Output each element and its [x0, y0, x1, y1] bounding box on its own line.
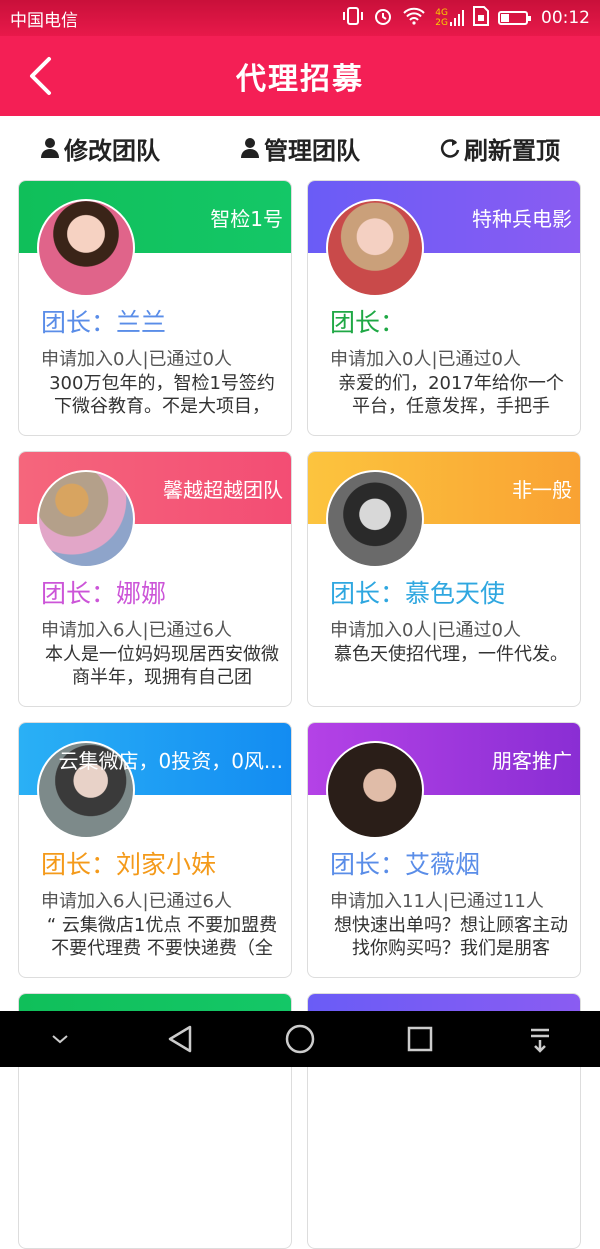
refresh-top-button[interactable]: 刷新置顶 [440, 131, 560, 166]
team-card[interactable]: 朋客推广 团长：艾薇烟 申请加入11人|已通过11人 想快速出单吗？想让顾客主动… [307, 722, 581, 978]
leader-name: 团长：刘家小妹 [41, 850, 217, 879]
team-card[interactable]: 智检1号 团长：兰兰 申请加入0人|已通过0人 300万包年的，智检1号签约下微… [18, 180, 292, 436]
triangle-back-icon [168, 1025, 192, 1053]
join-stats: 申请加入6人|已通过6人 [41, 620, 232, 641]
user-icon [41, 138, 59, 158]
network-4g-label: 4G [435, 8, 448, 18]
team-name: 馨越超越团队 [163, 478, 283, 502]
team-name: 非一般 [512, 478, 572, 502]
join-stats: 申请加入11人|已通过11人 [330, 891, 544, 912]
team-description: 想快速出单吗？想让顾客主动找你购买吗？我们是朋客 [334, 915, 568, 959]
join-stats: 申请加入0人|已通过0人 [330, 349, 521, 370]
page-title: 代理招募 [236, 62, 364, 97]
refresh-icon [440, 139, 460, 158]
battery-icon [498, 11, 531, 25]
team-card[interactable]: 非一般 团长：慕色天使 申请加入0人|已通过0人 慕色天使招代理，一件代发。 [307, 451, 581, 707]
notification-pull-icon [531, 1028, 549, 1053]
leader-name: 团长：兰兰 [41, 308, 167, 337]
leader-name: 团长：慕色天使 [330, 579, 506, 608]
team-description: “ 云集微店1优点 不要加盟费 不要代理费 不要快递费（全 [46, 915, 278, 959]
hide-nav-button[interactable] [30, 1011, 90, 1067]
back-nav-button[interactable] [150, 1011, 210, 1067]
team-name: 云集微店，0投资，0风... [58, 749, 283, 773]
home-circle-icon [285, 1024, 315, 1054]
leader-name: 团长：娜娜 [41, 579, 167, 608]
header-bar: 代理招募 [0, 36, 600, 116]
vibrate-icon [342, 7, 364, 29]
modify-team-button[interactable]: 修改团队 [40, 131, 160, 166]
avatar [326, 199, 424, 297]
network-2g-label: 2G [435, 18, 448, 28]
leader-name: 团长：艾薇烟 [330, 850, 481, 879]
leader-name: 团长： [330, 308, 406, 337]
team-card[interactable]: 云集微店，0投资，0风... 团长：刘家小妹 申请加入6人|已通过6人 “ 云集… [18, 722, 292, 978]
team-description: 300万包年的，智检1号签约下微谷教育。不是大项目， [49, 373, 275, 417]
team-name: 特种兵电影 [472, 207, 572, 231]
square-recents-icon [407, 1026, 433, 1052]
notification-nav-button[interactable] [510, 1011, 570, 1067]
team-card[interactable]: 特种兵电影 团长： 申请加入0人|已通过0人 亲爱的们，2017年给你一个平台，… [307, 180, 581, 436]
refresh-top-label: 刷新置顶 [464, 136, 560, 165]
clock: 00:12 [541, 8, 590, 28]
chevron-down-icon [52, 1035, 68, 1044]
join-stats: 申请加入0人|已通过0人 [330, 620, 521, 641]
avatar [37, 470, 135, 568]
carrier-label: 中国电信 [10, 10, 78, 31]
join-stats: 申请加入6人|已通过6人 [41, 891, 232, 912]
manage-team-button[interactable]: 管理团队 [240, 131, 360, 166]
system-nav-bar [0, 1011, 600, 1067]
user-icon [241, 138, 259, 158]
join-stats: 申请加入0人|已通过0人 [41, 349, 232, 370]
avatar [326, 741, 424, 839]
sim-icon [473, 6, 489, 30]
status-bar: 中国电信 4G 2G 00:12 [0, 0, 600, 36]
team-card[interactable]: 馨越超越团队 团长：娜娜 申请加入6人|已通过6人 本人是一位妈妈现居西安做微商… [18, 451, 292, 707]
alarm-icon [373, 6, 393, 30]
team-description: 慕色天使招代理，一件代发。 [334, 644, 568, 665]
signal-icon: 4G 2G [435, 8, 464, 28]
team-name: 朋客推广 [492, 749, 572, 773]
back-button[interactable] [18, 54, 62, 98]
home-nav-button[interactable] [270, 1011, 330, 1067]
team-description: 本人是一位妈妈现居西安做微商半年，现拥有自己团 [45, 644, 279, 688]
team-description: 亲爱的们，2017年给你一个平台，任意发挥，手把手 [338, 373, 564, 417]
chevron-left-icon [30, 57, 51, 95]
avatar [326, 470, 424, 568]
manage-team-label: 管理团队 [264, 136, 360, 165]
avatar [37, 199, 135, 297]
modify-team-label: 修改团队 [64, 136, 160, 165]
recents-nav-button[interactable] [390, 1011, 450, 1067]
action-row: 修改团队 管理团队 刷新置顶 [0, 116, 600, 180]
wifi-icon [402, 7, 426, 29]
team-name: 智检1号 [210, 207, 283, 231]
status-icons: 4G 2G 00:12 [342, 6, 590, 30]
